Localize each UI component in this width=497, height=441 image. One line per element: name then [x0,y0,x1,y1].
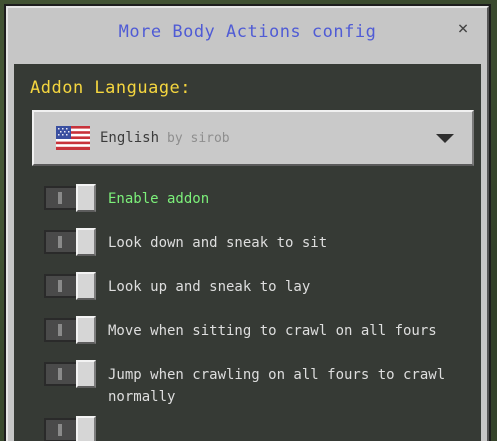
toggle-mark [58,368,62,380]
option-label: Move when sitting to crawl on all fours [108,323,437,339]
toggle-mark [58,192,62,204]
toggle-knob[interactable] [76,272,96,300]
option-partial [44,416,471,441]
option-label: Jump when crawling on all fours to crawl… [108,367,446,405]
close-icon: × [457,18,469,39]
toggle-lay[interactable] [44,272,96,300]
selected-language: English [100,130,160,146]
us-flag-icon [56,126,90,150]
config-panel: Addon Language: English by sirob Enable … [14,64,481,441]
option-sit: Look down and sneak to sit [44,228,471,256]
toggle-mark [58,236,62,248]
close-button[interactable]: × [453,19,473,39]
toggle-crawl-all-fours[interactable] [44,316,96,344]
toggle-knob[interactable] [76,184,96,212]
toggle-enable-addon[interactable] [44,184,96,212]
toggle-knob[interactable] [76,416,96,441]
option-label: Look up and sneak to lay [108,279,311,295]
dialog-title: More Body Actions config [118,22,377,42]
toggle-knob[interactable] [76,316,96,344]
language-author: by sirob [167,130,230,146]
toggle-partial[interactable] [44,416,96,441]
toggle-crawl-normally[interactable] [44,360,96,388]
option-crawl-normally: Jump when crawling on all fours to crawl… [44,360,471,408]
option-crawl-all-fours: Move when sitting to crawl on all fours [44,316,471,344]
option-label: Enable addon [108,191,210,207]
toggle-knob[interactable] [76,228,96,256]
option-lay: Look up and sneak to lay [44,272,471,300]
toggle-mark [58,280,62,292]
option-label: Look down and sneak to sit [108,235,328,251]
toggle-mark [58,324,62,336]
toggle-mark [58,424,62,436]
toggle-knob[interactable] [76,360,96,388]
config-dialog: More Body Actions config × Addon Languag… [6,6,489,441]
language-dropdown[interactable]: English by sirob [32,110,474,166]
toggle-sit[interactable] [44,228,96,256]
title-bar: More Body Actions config [8,8,487,56]
option-enable-addon: Enable addon [44,184,471,212]
chevron-down-icon[interactable] [436,134,454,143]
language-heading: Addon Language: [30,78,192,98]
